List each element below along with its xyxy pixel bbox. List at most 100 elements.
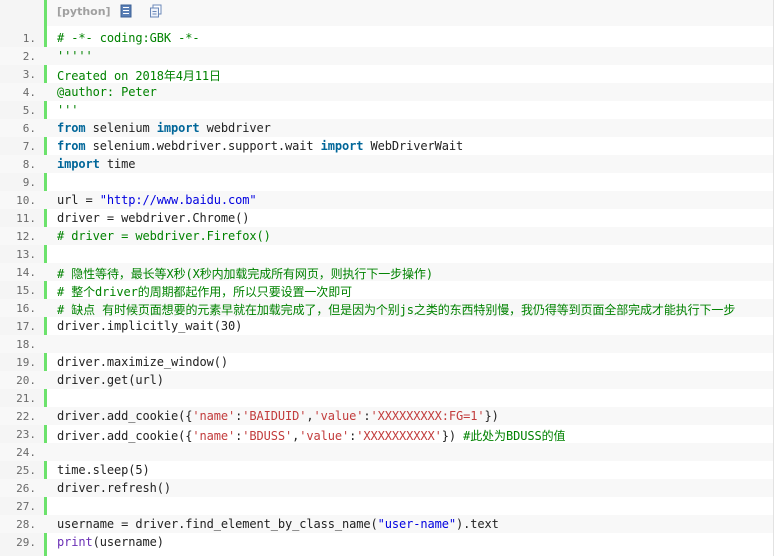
code-token: 'BAIDUID' [242, 409, 307, 423]
code-token: 'value' [313, 409, 364, 423]
code-line: 8. import time [0, 155, 773, 173]
code-token: 'value' [299, 429, 350, 443]
line-number: 28. [16, 518, 36, 531]
code-token: # -*- coding:GBK -*- [57, 31, 200, 45]
line-number: 1. [22, 32, 36, 45]
line-number: 4. [22, 86, 36, 99]
code-text: # driver = webdriver.Firefox() [57, 229, 271, 243]
code-token: import [57, 157, 100, 171]
code-line: 19. driver.maximize_window() [0, 353, 773, 371]
line-number: 2. [22, 50, 36, 63]
code-text: # 整个driver的周期都起作用，所以只要设置一次即可 [57, 283, 352, 300]
line-number: 22. [16, 410, 36, 423]
code-token: print [57, 535, 93, 549]
code-line: 11. driver = webdriver.Chrome() [0, 209, 773, 227]
copy-icon[interactable] [149, 4, 163, 18]
code-line: 2. ''''' [0, 47, 773, 65]
code-text: driver.get(url) [57, 373, 164, 387]
code-text: ''''' [57, 49, 93, 63]
code-line: 17. driver.implicitly_wait(30) [0, 317, 773, 335]
code-token: # 整个driver的周期都起作用，所以只要设置一次即可 [57, 285, 352, 299]
code-token: }) [484, 409, 499, 423]
line-number: 7. [22, 140, 36, 153]
code-token: # driver = webdriver.Firefox() [57, 229, 271, 243]
code-token: , [306, 409, 314, 423]
code-line: 9. [0, 173, 773, 191]
code-line: 4. @author: Peter [0, 83, 773, 101]
code-line: 1. # -*- coding:GBK -*- [0, 29, 773, 47]
code-token: 'XXXXXXXXX:FG=1' [370, 409, 485, 423]
code-line: 29. print(username) [0, 533, 773, 551]
code-text: driver.refresh() [57, 481, 171, 495]
line-number: 24. [16, 446, 36, 459]
code-lines: 1. # -*- coding:GBK -*- 2. ''''' 3. Created o… [0, 29, 773, 551]
code-token: 'name' [192, 409, 236, 423]
line-number: 11. [16, 212, 36, 225]
code-text: url = "http://www.baidu.com" [57, 193, 257, 207]
code-line: 13. [0, 245, 773, 263]
code-text: print(username) [57, 535, 164, 549]
code-line: 20. driver.get(url) [0, 371, 773, 389]
line-number: 25. [16, 464, 36, 477]
code-line: 6. from selenium import webdriver [0, 119, 773, 137]
code-line: 5. ''' [0, 101, 773, 119]
code-token: selenium [85, 121, 157, 135]
code-token: (username) [92, 535, 164, 549]
view-source-icon[interactable] [119, 4, 133, 18]
line-number: 27. [16, 500, 36, 513]
code-token: username = driver.find_element_by_class_… [57, 517, 378, 531]
line-number: 9. [22, 176, 36, 189]
line-number: 26. [16, 482, 36, 495]
code-token: #此处为BDUSS的值 [463, 429, 566, 443]
code-token: from [57, 139, 86, 153]
line-number: 21. [16, 392, 36, 405]
code-token: driver.refresh() [57, 481, 171, 495]
code-line: 3. Created on 2018年4月11日 [0, 65, 773, 83]
code-line: 27. [0, 497, 773, 515]
line-number: 17. [16, 320, 36, 333]
code-toolbar: [python] [47, 0, 773, 26]
code-token: driver.add_cookie({ [57, 429, 193, 443]
code-line: 18. [0, 335, 773, 353]
code-token: "user-name" [377, 517, 456, 531]
code-token: }) [441, 429, 464, 443]
code-token: import [156, 121, 200, 135]
language-label: [python] [57, 5, 111, 18]
code-line: 12. # driver = webdriver.Firefox() [0, 227, 773, 245]
code-token: driver.maximize_window() [57, 355, 228, 369]
code-line: 28. username = driver.find_element_by_cla… [0, 515, 773, 533]
code-text: driver.add_cookie({'name':'BDUSS','value… [57, 427, 565, 444]
code-block: [python] 1. # -*- coding:GBK -*- 2. ''''' 3.… [0, 0, 774, 556]
code-token: # 缺点 有时候页面想要的元素早就在加载完成了，但是因为个别js之类的东西特别慢… [57, 303, 736, 317]
code-token: driver = webdriver.Chrome() [57, 211, 250, 225]
code-token: selenium.webdriver.support.wait [85, 139, 321, 153]
code-token: 'XXXXXXXXXX' [356, 429, 442, 443]
code-text: ''' [57, 103, 78, 117]
code-text: driver.add_cookie({'name': 'BAIDUID','val… [57, 409, 499, 423]
code-token: driver.implicitly_wait(30) [57, 319, 243, 333]
code-line: 22. driver.add_cookie({'name':'BAIDUID','… [0, 407, 773, 425]
code-line: 14. # 隐性等待，最长等X秒(X秒内加载完成所有网页，则执行下一步操作) [0, 263, 773, 281]
line-number: 5. [22, 104, 36, 117]
code-token: time.sleep(5) [57, 463, 150, 477]
code-token: # 隐性等待，最长等X秒(X秒内加载完成所有网页，则执行下一步操作) [57, 267, 433, 281]
code-line: 7. from selenium.webdriver.support.wait i… [0, 137, 773, 155]
code-token: 'name' [192, 429, 236, 443]
code-text: time.sleep(5) [57, 463, 150, 477]
code-line: 15. # 整个driver的周期都起作用，所以只要设置一次即可 [0, 281, 773, 299]
code-token: 'BDUSS' [242, 429, 293, 443]
code-text: Created on 2018年4月11日 [57, 67, 221, 84]
line-number: 14. [16, 266, 36, 279]
line-number: 23. [16, 428, 36, 441]
code-text: # 隐性等待，最长等X秒(X秒内加载完成所有网页，则执行下一步操作) [57, 265, 433, 282]
line-number: 8. [22, 158, 36, 171]
code-text: # -*- coding:GBK -*- [57, 31, 200, 45]
code-token: driver.add_cookie({ [57, 409, 193, 423]
code-text: driver.maximize_window() [57, 355, 228, 369]
line-number: 16. [16, 302, 36, 315]
code-token: : [363, 409, 371, 423]
code-token: from [57, 121, 86, 135]
code-text: driver = webdriver.Chrome() [57, 211, 249, 225]
code-text: driver.implicitly_wait(30) [57, 319, 242, 333]
line-number: 29. [16, 536, 36, 549]
